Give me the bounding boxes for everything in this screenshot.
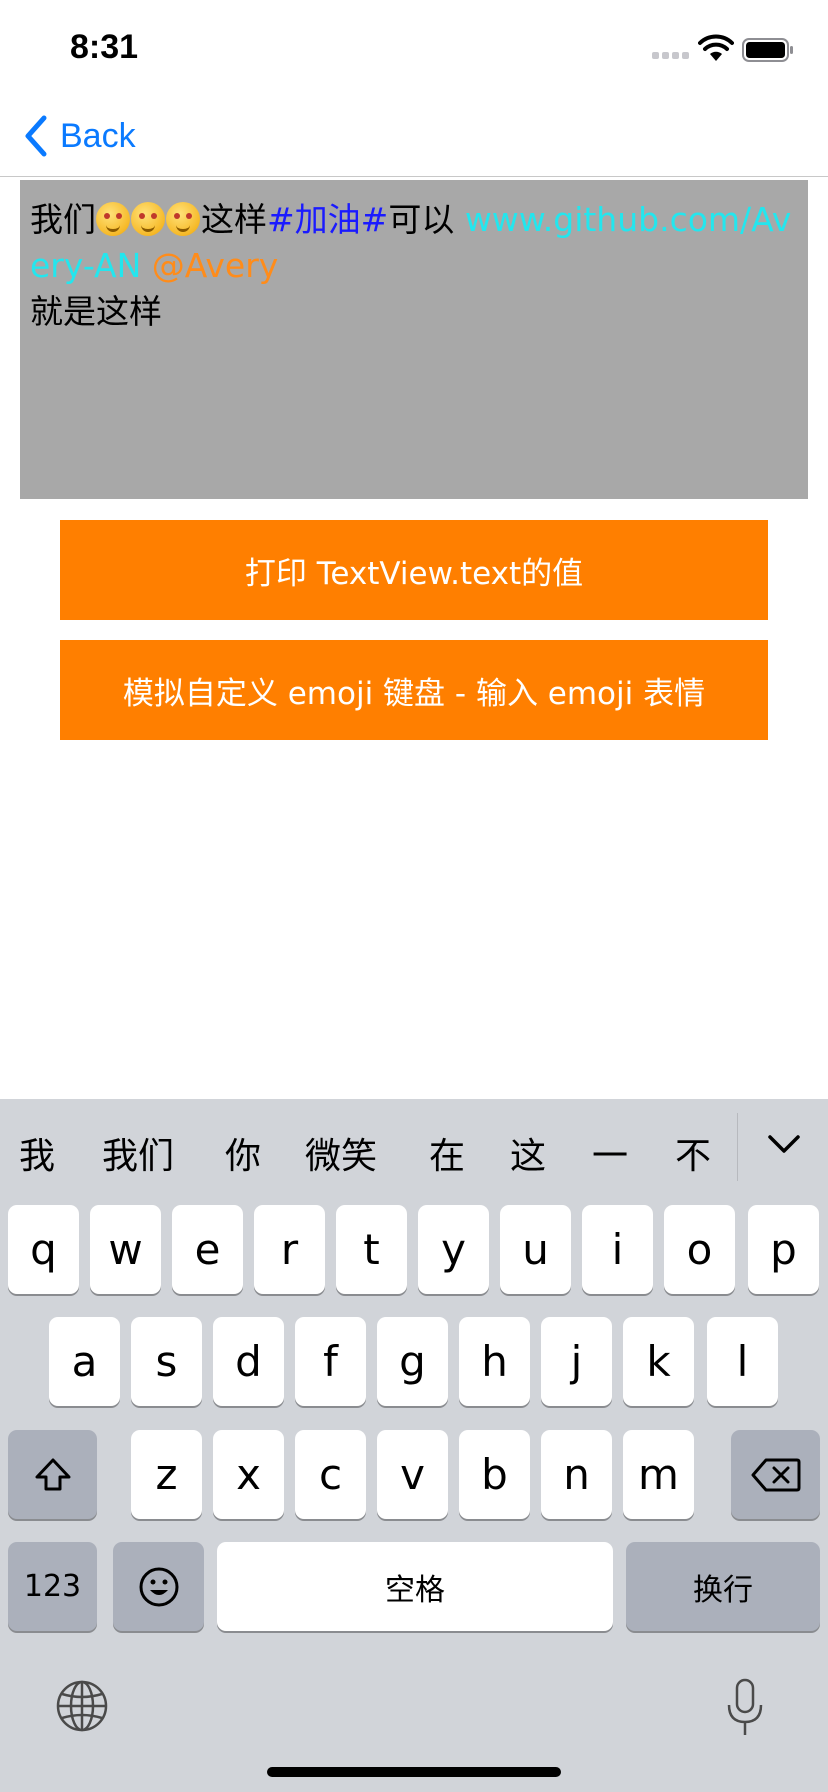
text-segment: 可以 [388,200,465,239]
text-space [141,246,152,285]
text-segment: 我们 [30,200,96,239]
key-h[interactable]: h [459,1317,530,1406]
delete-key[interactable] [731,1430,820,1519]
topic-tag[interactable]: #加油# [267,200,388,239]
key-k[interactable]: k [623,1317,694,1406]
back-label: Back [60,116,136,155]
key-y[interactable]: y [418,1205,489,1294]
emoji-keyboard-button[interactable]: 模拟自定义 emoji 键盘 - 输入 emoji 表情 [60,640,768,740]
mention-link[interactable]: @Avery [152,246,279,285]
key-f[interactable]: f [295,1317,366,1406]
key-m[interactable]: m [623,1430,694,1519]
candidate-word[interactable]: 我 [19,1127,55,1179]
candidate-bar: 我 我们 你 微笑 在 这 一 不 [0,1099,828,1199]
key-o[interactable]: o [664,1205,735,1294]
text-view[interactable]: 我们 这样#加油#可以 www.github.com/Avery-AN @Aver… [20,180,808,499]
candidate-word[interactable]: 这 [510,1127,546,1179]
smile-emoji-icon [96,202,130,236]
candidate-word[interactable]: 你 [225,1127,261,1179]
key-q[interactable]: q [8,1205,79,1294]
key-d[interactable]: d [213,1317,284,1406]
numbers-key[interactable]: 123 [8,1542,97,1631]
key-l[interactable]: l [707,1317,778,1406]
candidate-word[interactable]: 我们 [102,1127,174,1179]
key-e[interactable]: e [172,1205,243,1294]
emoji-icon [139,1567,178,1606]
keyboard: 我 我们 你 微笑 在 这 一 不 q w e r t y u i o p a … [0,1099,828,1792]
space-key[interactable]: 空格 [217,1542,613,1631]
candidate-word[interactable]: 在 [429,1127,465,1179]
globe-icon[interactable] [55,1679,109,1733]
chevron-left-icon [25,115,47,157]
key-c[interactable]: c [295,1430,366,1519]
status-time: 8:31 [70,28,139,66]
text-view-content: 我们 这样#加油#可以 www.github.com/Avery-AN @Aver… [30,197,798,335]
microphone-icon[interactable] [724,1677,766,1739]
heart-eyes-emoji-icon [166,202,200,236]
key-p[interactable]: p [748,1205,819,1294]
key-z[interactable]: z [131,1430,202,1519]
divider [737,1113,738,1181]
key-g[interactable]: g [377,1317,448,1406]
emoji-key[interactable] [113,1542,204,1631]
key-v[interactable]: v [377,1430,448,1519]
text-segment: 就是这样 [30,292,162,331]
shift-icon [35,1458,70,1490]
back-button[interactable]: Back [22,108,136,164]
candidate-word[interactable]: 微笑 [305,1127,377,1179]
shift-key[interactable] [8,1430,97,1519]
navigation-bar: Back [0,96,828,177]
key-u[interactable]: u [500,1205,571,1294]
return-key[interactable]: 换行 [626,1542,820,1631]
key-a[interactable]: a [49,1317,120,1406]
chevron-down-icon[interactable] [760,1121,808,1169]
battery-icon [742,38,793,62]
key-n[interactable]: n [541,1430,612,1519]
print-text-button[interactable]: 打印 TextView.text的值 [60,520,768,620]
key-r[interactable]: r [254,1205,325,1294]
key-i[interactable]: i [582,1205,653,1294]
text-segment: 这样 [201,200,267,239]
key-t[interactable]: t [336,1205,407,1294]
key-x[interactable]: x [213,1430,284,1519]
key-j[interactable]: j [541,1317,612,1406]
candidate-word[interactable]: 一 [592,1127,628,1179]
heart-eyes-emoji-icon [131,202,165,236]
key-b[interactable]: b [459,1430,530,1519]
wifi-icon [698,34,734,61]
backspace-icon [751,1458,800,1491]
status-bar: 8:31 [0,0,828,96]
key-s[interactable]: s [131,1317,202,1406]
candidate-word[interactable]: 不 [675,1127,711,1179]
key-w[interactable]: w [90,1205,161,1294]
home-indicator [267,1767,561,1777]
